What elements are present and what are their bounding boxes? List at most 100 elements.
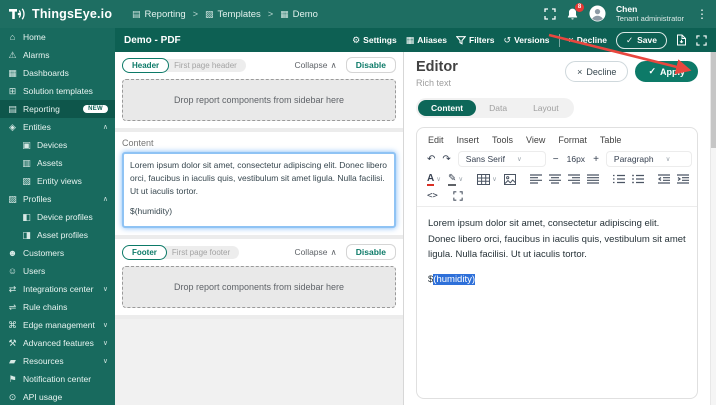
sidebar-item-assets[interactable]: ▥ Assets (0, 154, 115, 172)
align-right-button[interactable] (567, 174, 580, 184)
header-disable-button[interactable]: Disable (345, 57, 396, 73)
footer-chip[interactable]: Footer (122, 244, 167, 260)
tab-data[interactable]: Data (476, 100, 520, 116)
sidebar-item-home[interactable]: ⌂ Home (0, 28, 115, 46)
font-family-select[interactable]: Sans Serif ∨ (457, 151, 546, 167)
user-menu-icon[interactable]: ⋮ (694, 7, 710, 21)
menu-format[interactable]: Format (558, 135, 587, 145)
app-logo[interactable]: ThingsEye.io (0, 6, 118, 22)
report-header-section: Header First page header Collapse ∧ Disa… (115, 52, 403, 128)
indent-button[interactable] (676, 174, 689, 184)
font-size-increase-button[interactable]: + (593, 154, 599, 165)
vertical-scrollbar[interactable] (710, 52, 716, 405)
menu-insert[interactable]: Insert (457, 135, 480, 145)
font-size-decrease-button[interactable]: − (553, 154, 559, 165)
sidebar-item-resources[interactable]: ▰ Resources ∨ (0, 352, 115, 370)
resources-icon: ▰ (9, 355, 16, 366)
header-collapse-button[interactable]: Collapse ∧ (294, 60, 336, 71)
sidebar-item-edge-management[interactable]: ⌘ Edge management ∨ (0, 316, 115, 334)
first-page-footer-chip[interactable]: First page footer (157, 245, 240, 259)
user-info[interactable]: Chen Tenant administrator (616, 4, 684, 23)
footer-dropzone[interactable]: Drop report components from sidebar here (122, 266, 396, 308)
menu-table[interactable]: Table (600, 135, 622, 145)
save-button[interactable]: ✓ Save (616, 31, 667, 49)
chevron-down-icon: ∨ (492, 176, 497, 183)
toolbar-fullscreen-button[interactable] (696, 34, 707, 46)
sidebar-item-notification-center[interactable]: ⚑ Notification center (0, 370, 115, 388)
sidebar-item-asset-profiles[interactable]: ◨ Asset profiles (0, 226, 115, 244)
align-center-button[interactable] (548, 174, 561, 184)
sidebar-item-alarms[interactable]: ⚠ Alarms (0, 46, 115, 64)
breadcrumb-templates[interactable]: ▧ Templates (205, 9, 261, 20)
demo-template-icon: ▦ (280, 8, 289, 19)
sidebar-item-solution-templates[interactable]: ⊞ Solution templates (0, 82, 115, 100)
first-page-header-chip[interactable]: First page header (160, 58, 246, 72)
footer-collapse-button[interactable]: Collapse ∧ (294, 247, 336, 258)
versions-button[interactable]: ↺ Versions (504, 35, 550, 46)
breadcrumb-reporting[interactable]: ▤ Reporting (132, 9, 186, 20)
text-color-button[interactable]: A ∨ (427, 173, 441, 186)
editor-tabs: Content Data Layout (416, 98, 574, 118)
sidebar-item-rule-chains[interactable]: ⇌ Rule chains (0, 298, 115, 316)
menu-edit[interactable]: Edit (428, 135, 444, 145)
undo-button[interactable]: ↶ (427, 154, 435, 165)
tab-content[interactable]: Content (418, 100, 477, 116)
sidebar-item-reporting[interactable]: ▤ Reporting NEW (0, 100, 115, 118)
source-code-button[interactable]: <> (427, 191, 438, 201)
reporting-icon: ▤ (132, 8, 141, 19)
toolbar-decline-button[interactable]: × Decline (569, 35, 608, 45)
block-format-select[interactable]: Paragraph ∨ (605, 151, 692, 167)
editor-apply-button[interactable]: ✓ Apply (635, 61, 698, 82)
sidebar-item-dashboards[interactable]: ▦ Dashboards (0, 64, 115, 82)
user-avatar[interactable] (589, 5, 606, 23)
rich-text-content[interactable]: Lorem ipsum dolor sit amet, consectetur … (417, 207, 697, 297)
footer-disable-button[interactable]: Disable (345, 244, 396, 260)
fullscreen-icon[interactable] (544, 8, 556, 20)
notifications-bell-icon[interactable]: 8 (566, 2, 585, 21)
bullet-list-button[interactable] (632, 174, 644, 184)
sidebar-item-devices[interactable]: ▣ Devices (0, 136, 115, 154)
sidebar-item-entity-views[interactable]: ▧ Entity views (0, 172, 115, 190)
report-structure-panel: Header First page header Collapse ∧ Disa… (115, 52, 404, 405)
redo-button[interactable]: ↷ (442, 154, 450, 165)
logo-text: ThingsEye.io (32, 7, 113, 21)
settings-button[interactable]: ⚙ Settings (352, 35, 397, 46)
header-chip[interactable]: Header (122, 57, 170, 73)
sidebar-item-profiles[interactable]: ▨ Profiles ∧ (0, 190, 115, 208)
content-component-selected[interactable]: Lorem ipsum dolor sit amet, consectetur … (122, 152, 396, 228)
sidebar-item-integrations-center[interactable]: ⇄ Integrations center ∨ (0, 280, 115, 298)
numbered-list-button[interactable] (612, 174, 625, 184)
editor-decline-button[interactable]: × Decline (565, 61, 629, 82)
header-dropzone[interactable]: Drop report components from sidebar here (122, 79, 396, 121)
sidebar-item-advanced-features[interactable]: ⚒ Advanced features ∨ (0, 334, 115, 352)
export-template-button[interactable] (676, 34, 687, 46)
menu-tools[interactable]: Tools (492, 135, 513, 145)
menu-view[interactable]: View (526, 135, 545, 145)
align-justify-button[interactable] (586, 174, 599, 184)
highlight-color-button[interactable]: ✎ ∨ (448, 173, 463, 186)
align-left-button[interactable] (529, 174, 542, 184)
table-button[interactable]: ∨ (477, 173, 497, 185)
color-swatch (427, 184, 435, 186)
filters-button[interactable]: Filters (456, 35, 495, 45)
toolbar-divider (558, 33, 560, 47)
insert-image-button[interactable] (503, 173, 516, 185)
scrollbar-thumb[interactable] (711, 52, 716, 148)
breadcrumb-demo[interactable]: ▦ Demo (280, 9, 318, 20)
chevron-down-icon: ∨ (102, 340, 108, 347)
font-size-value[interactable]: 16px (567, 154, 585, 164)
sidebar-item-device-profiles[interactable]: ◧ Device profiles (0, 208, 115, 226)
sidebar-item-entities[interactable]: ◈ Entities ∧ (0, 118, 115, 136)
chevron-down-icon: ∨ (517, 156, 522, 163)
sidebar-item-users[interactable]: ☺ Users (0, 262, 115, 280)
editor-subtitle: Rich text (416, 78, 452, 88)
outdent-button[interactable] (657, 174, 670, 184)
sidebar-item-api-usage[interactable]: ⊙ API usage (0, 388, 115, 405)
chevron-up-icon: ∧ (330, 59, 337, 70)
tab-layout[interactable]: Layout (520, 100, 572, 116)
aliases-button[interactable]: ▦ Aliases (406, 35, 447, 46)
sidebar-item-customers[interactable]: ☻ Customers (0, 244, 115, 262)
templates-icon: ▧ (204, 8, 214, 19)
chevron-down-icon: ∨ (436, 176, 441, 183)
editor-fullscreen-button[interactable] (453, 191, 463, 201)
